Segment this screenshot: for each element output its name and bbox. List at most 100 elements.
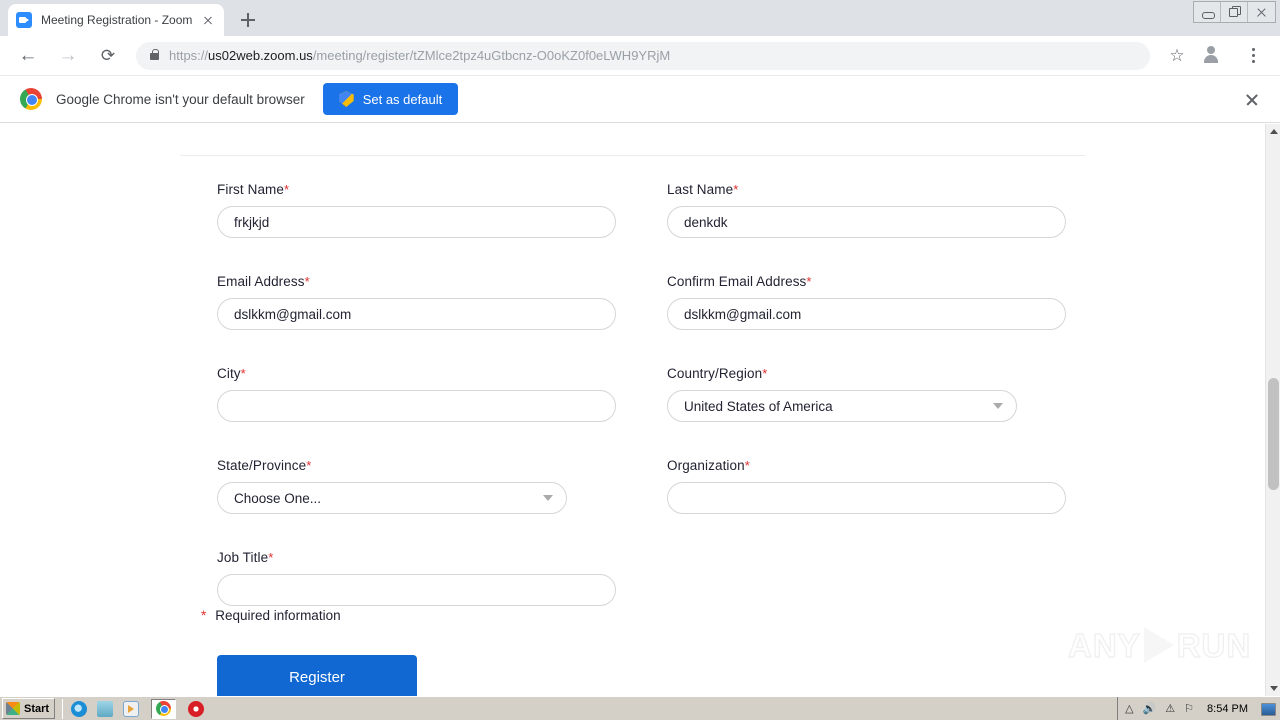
required-asterisk: * bbox=[762, 366, 768, 381]
reload-button[interactable]: ⟳ bbox=[94, 42, 122, 70]
last-name-input[interactable] bbox=[667, 206, 1066, 238]
field-confirm-email: Confirm Email Address* bbox=[667, 274, 1066, 330]
windows-taskbar: Start △ 🔊 ⚠ ⚐ 8:54 PM bbox=[0, 696, 1280, 720]
watermark-left-text: ANY bbox=[1067, 626, 1141, 664]
field-label: Email Address* bbox=[217, 274, 310, 289]
city-input[interactable] bbox=[217, 390, 616, 422]
shield-icon bbox=[338, 91, 354, 107]
watermark-right-text: RUN bbox=[1176, 626, 1252, 664]
scrollbar-thumb[interactable] bbox=[1268, 378, 1279, 490]
field-label: Confirm Email Address* bbox=[667, 274, 812, 289]
required-asterisk: * bbox=[304, 274, 310, 289]
country-region-select[interactable]: United States of America bbox=[667, 390, 1017, 422]
field-state-province: State/Province* Choose One... bbox=[217, 458, 567, 514]
state-province-select[interactable]: Choose One... bbox=[217, 482, 567, 514]
field-job-title: Job Title* bbox=[217, 550, 616, 606]
reload-icon: ⟳ bbox=[100, 45, 116, 65]
browser-tab[interactable]: Meeting Registration - Zoom bbox=[8, 4, 224, 36]
taskbar-window-chrome[interactable] bbox=[151, 698, 177, 719]
required-asterisk: * bbox=[284, 182, 290, 197]
default-browser-infobar: Google Chrome isn't your default browser… bbox=[0, 76, 1280, 123]
job-title-input[interactable] bbox=[217, 574, 616, 606]
field-label: Job Title* bbox=[217, 550, 274, 565]
quick-launch-bar bbox=[71, 700, 140, 717]
infobar-message: Google Chrome isn't your default browser bbox=[56, 91, 305, 107]
back-arrow-icon: ← bbox=[18, 44, 38, 66]
registration-page: First Name* Last Name* Email Address* bbox=[0, 124, 1265, 696]
email-input[interactable] bbox=[217, 298, 616, 330]
set-as-default-button[interactable]: Set as default bbox=[322, 83, 459, 115]
set-as-default-label: Set as default bbox=[362, 91, 443, 107]
country-region-value: United States of America bbox=[667, 390, 1017, 422]
first-name-input[interactable] bbox=[217, 206, 616, 238]
required-asterisk: * bbox=[268, 550, 274, 565]
required-asterisk: * bbox=[744, 458, 750, 473]
bookmark-star-button[interactable]: ☆ bbox=[1163, 42, 1191, 70]
start-button[interactable]: Start bbox=[2, 698, 56, 719]
volume-icon[interactable]: 🔊 bbox=[1143, 703, 1157, 715]
field-email: Email Address* bbox=[217, 274, 616, 330]
page-scrollbar[interactable] bbox=[1265, 124, 1280, 696]
taskbar-separator bbox=[62, 698, 64, 719]
field-label: Last Name* bbox=[667, 182, 739, 197]
field-country-region: Country/Region* United States of America bbox=[667, 366, 1017, 422]
required-information-note: * Required information bbox=[201, 608, 341, 623]
system-tray: △ 🔊 ⚠ ⚐ 8:54 PM bbox=[1117, 697, 1280, 720]
field-last-name: Last Name* bbox=[667, 182, 1066, 238]
url-scheme: https:// bbox=[169, 48, 209, 63]
form-top-divider bbox=[180, 155, 1085, 156]
form-row: Job Title* bbox=[217, 550, 1067, 642]
browser-window: Meeting Registration - Zoom ← → ⟳ https:… bbox=[0, 0, 1280, 720]
secure-lock-icon bbox=[150, 48, 160, 60]
tab-close-icon[interactable] bbox=[200, 12, 216, 28]
show-desktop-icon[interactable] bbox=[1261, 702, 1276, 716]
security-alert-icon[interactable]: ⚠ bbox=[1165, 703, 1175, 715]
minimize-button[interactable] bbox=[1194, 2, 1221, 22]
chrome-logo-icon bbox=[20, 88, 42, 110]
field-label: Organization* bbox=[667, 458, 750, 473]
internet-explorer-icon[interactable] bbox=[71, 700, 88, 717]
field-first-name: First Name* bbox=[217, 182, 616, 238]
field-city: City* bbox=[217, 366, 616, 422]
infobar-close-icon[interactable] bbox=[1242, 90, 1262, 110]
field-label: State/Province* bbox=[217, 458, 312, 473]
address-bar[interactable]: https://us02web.zoom.us/meeting/register… bbox=[136, 41, 1150, 70]
required-asterisk: * bbox=[240, 366, 246, 381]
folder-icon[interactable] bbox=[97, 700, 114, 717]
register-button[interactable]: Register bbox=[217, 655, 417, 696]
chevron-down-icon bbox=[993, 403, 1003, 409]
media-player-icon[interactable] bbox=[123, 700, 140, 717]
network-flag-icon[interactable]: ⚐ bbox=[1184, 703, 1194, 715]
field-label: First Name* bbox=[217, 182, 290, 197]
form-row: Email Address* Confirm Email Address* bbox=[217, 274, 1067, 366]
back-button[interactable]: ← bbox=[14, 42, 42, 70]
scroll-down-button[interactable] bbox=[1266, 681, 1280, 696]
star-icon: ☆ bbox=[1169, 45, 1185, 65]
url-host: us02web.zoom.us bbox=[208, 48, 313, 63]
url-text: https://us02web.zoom.us/meeting/register… bbox=[169, 48, 670, 63]
state-province-value: Choose One... bbox=[217, 482, 567, 514]
close-window-button[interactable] bbox=[1248, 2, 1275, 22]
field-label: Country/Region* bbox=[667, 366, 768, 381]
taskbar-clock[interactable]: 8:54 PM bbox=[1207, 703, 1248, 715]
new-tab-button[interactable] bbox=[234, 6, 262, 34]
confirm-email-input[interactable] bbox=[667, 298, 1066, 330]
field-organization: Organization* bbox=[667, 458, 1066, 514]
profile-button[interactable] bbox=[1201, 42, 1229, 70]
forward-arrow-icon: → bbox=[58, 44, 78, 66]
scroll-up-button[interactable] bbox=[1266, 124, 1280, 139]
form-row: State/Province* Choose One... Organizati… bbox=[217, 458, 1067, 550]
forward-button[interactable]: → bbox=[54, 42, 82, 70]
registration-form: First Name* Last Name* Email Address* bbox=[217, 182, 1067, 642]
show-hidden-icons-icon[interactable]: △ bbox=[1125, 703, 1133, 715]
required-asterisk: * bbox=[306, 458, 312, 473]
anyrun-watermark: ANY RUN bbox=[1067, 617, 1251, 673]
organization-input[interactable] bbox=[667, 482, 1066, 514]
opera-icon[interactable] bbox=[188, 700, 205, 717]
required-note-text: Required information bbox=[215, 608, 341, 623]
google-chrome-icon bbox=[156, 701, 172, 716]
chrome-menu-button[interactable] bbox=[1239, 42, 1267, 70]
required-asterisk: * bbox=[806, 274, 812, 289]
restore-button[interactable] bbox=[1221, 2, 1248, 22]
field-label: City* bbox=[217, 366, 246, 381]
